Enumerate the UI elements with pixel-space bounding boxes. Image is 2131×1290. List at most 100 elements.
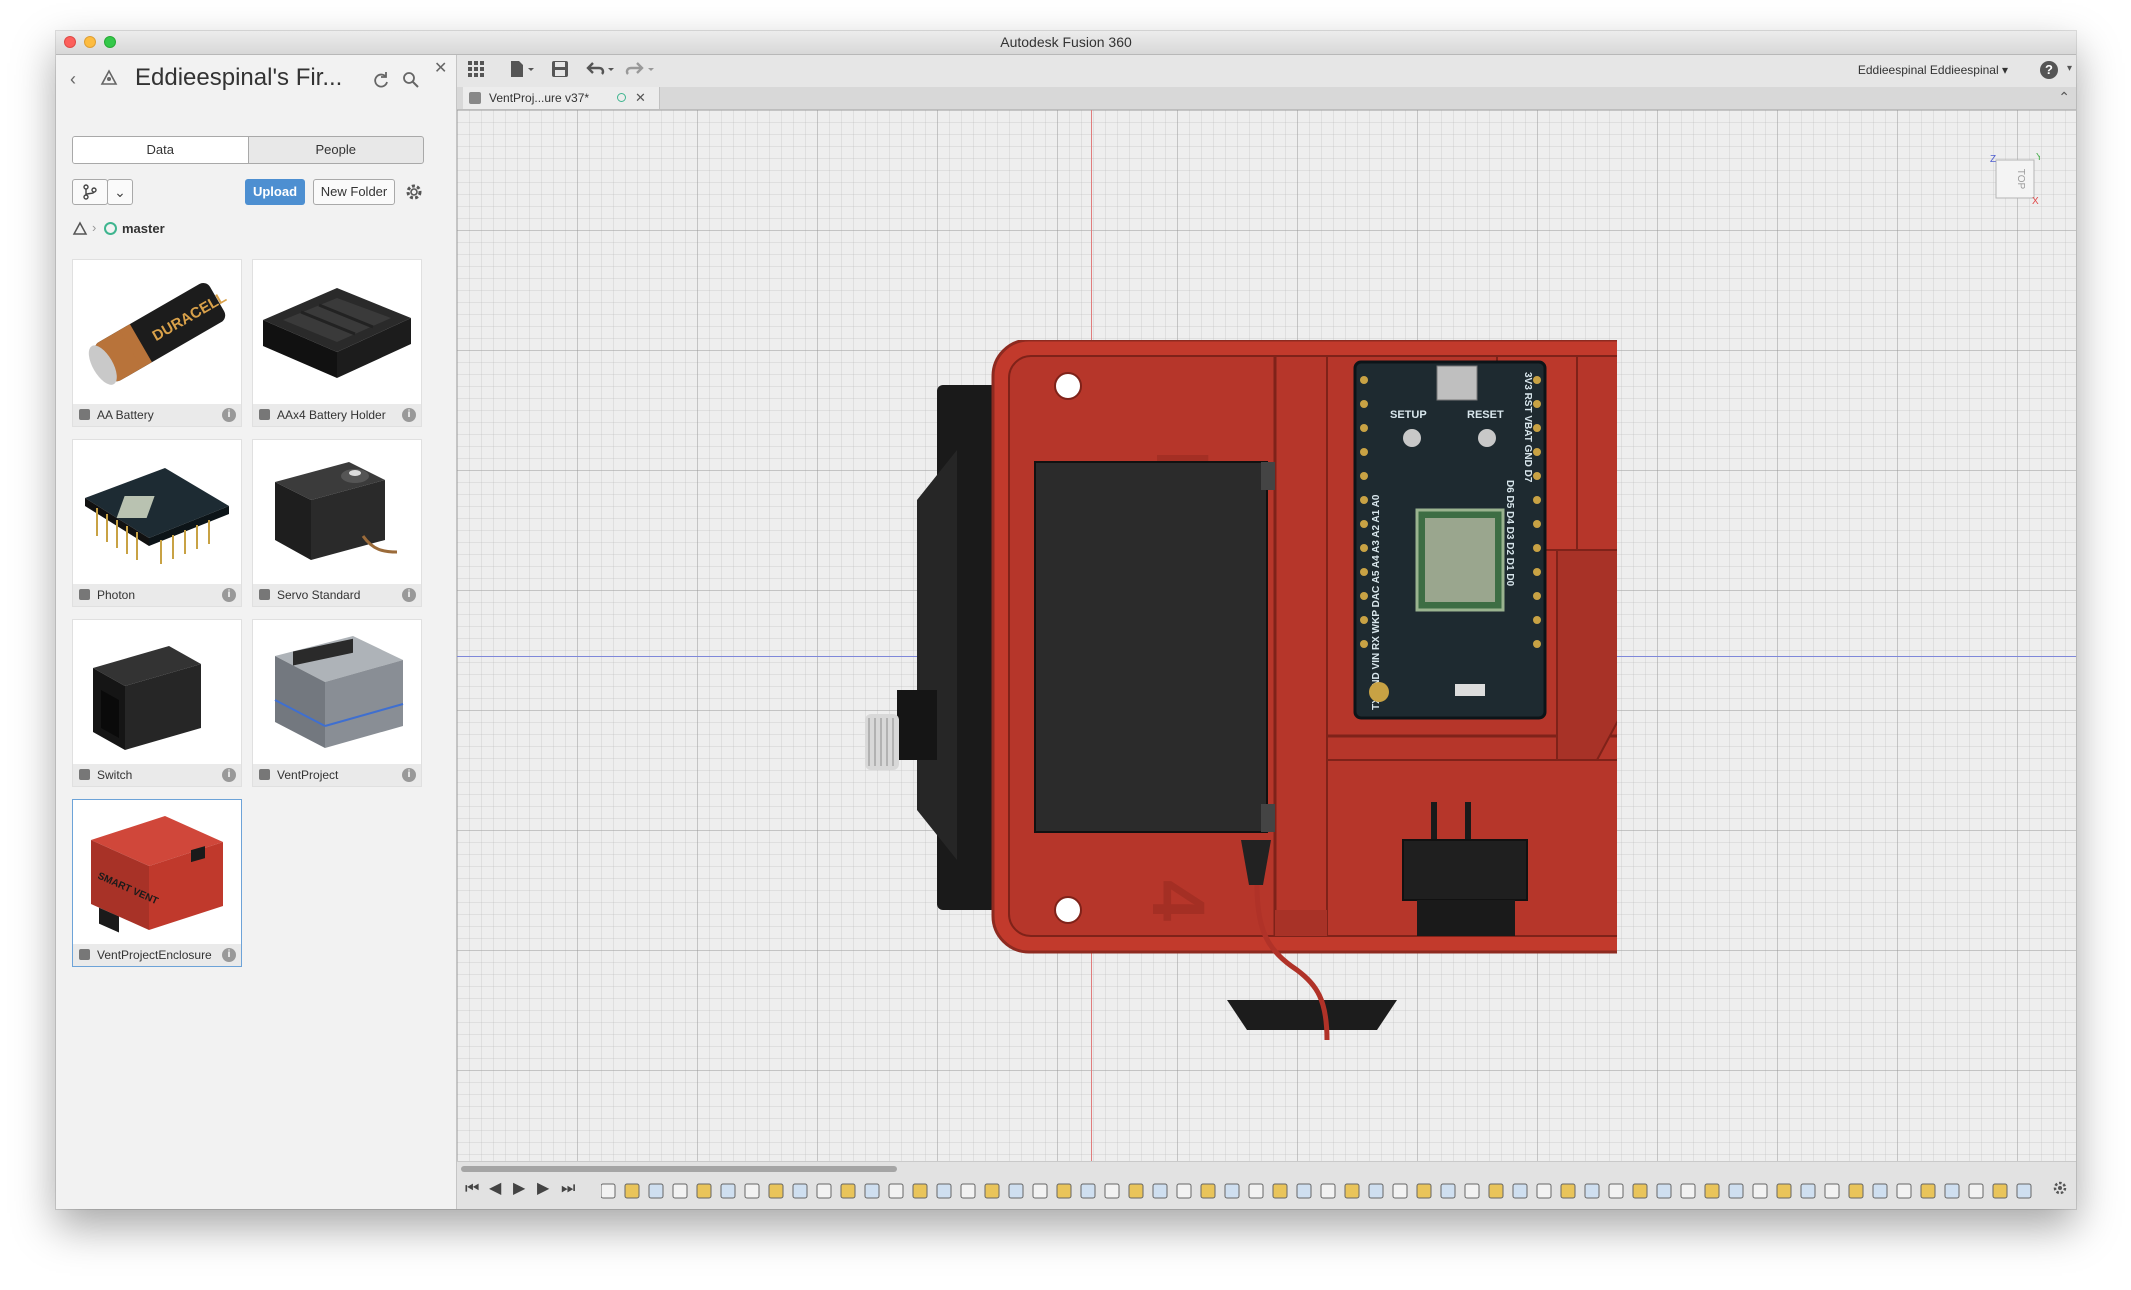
timeline-feature-icon[interactable] bbox=[1800, 1183, 1816, 1199]
timeline-feature-icon[interactable] bbox=[1488, 1183, 1504, 1199]
timeline-feature-icon[interactable] bbox=[648, 1183, 664, 1199]
timeline-feature-icon[interactable] bbox=[1920, 1183, 1936, 1199]
new-folder-button[interactable]: New Folder bbox=[313, 179, 395, 205]
zoom-window-button[interactable] bbox=[104, 36, 116, 48]
timeline-feature-icon[interactable] bbox=[1584, 1183, 1600, 1199]
timeline-feature-icon[interactable] bbox=[1944, 1183, 1960, 1199]
canvas-viewport[interactable]: R 4 SETUP RESET TX GND VIN RX WKP DAC A5… bbox=[457, 110, 2076, 1162]
search-icon[interactable] bbox=[402, 71, 420, 94]
timeline-feature-icon[interactable] bbox=[1896, 1183, 1912, 1199]
step-forward-icon[interactable]: ▶ bbox=[537, 1180, 549, 1198]
design-card-switch[interactable]: Switch i bbox=[72, 619, 242, 787]
go-to-end-icon[interactable]: ⏭ bbox=[561, 1180, 575, 1198]
redo-icon[interactable] bbox=[625, 60, 657, 83]
timeline-feature-icon[interactable] bbox=[1848, 1183, 1864, 1199]
timeline-feature-icon[interactable] bbox=[840, 1183, 856, 1199]
step-back-icon[interactable]: ◀ bbox=[489, 1180, 501, 1198]
branch-button[interactable] bbox=[72, 179, 108, 205]
minimize-window-button[interactable] bbox=[84, 36, 96, 48]
help-icon[interactable]: ? bbox=[2040, 61, 2058, 79]
back-chevron-icon[interactable]: ‹ bbox=[70, 69, 76, 89]
timeline-feature-icon[interactable] bbox=[601, 1183, 616, 1199]
timeline-feature-icon[interactable] bbox=[1128, 1183, 1144, 1199]
timeline-settings-gear-icon[interactable] bbox=[2052, 1180, 2068, 1201]
timeline-feature-icon[interactable] bbox=[1536, 1183, 1552, 1199]
timeline-feature-icon[interactable] bbox=[1704, 1183, 1720, 1199]
timeline-feature-icon[interactable] bbox=[1680, 1183, 1696, 1199]
timeline-feature-icon[interactable] bbox=[888, 1183, 904, 1199]
timeline-feature-icon[interactable] bbox=[1968, 1183, 1984, 1199]
timeline-feature-icon[interactable] bbox=[1416, 1183, 1432, 1199]
timeline-feature-icon[interactable] bbox=[1344, 1183, 1360, 1199]
info-icon[interactable]: i bbox=[222, 588, 236, 602]
info-icon[interactable]: i bbox=[402, 768, 416, 782]
timeline-feature-icon[interactable] bbox=[1104, 1183, 1120, 1199]
hub-icon[interactable] bbox=[100, 69, 118, 87]
timeline-feature-icon[interactable] bbox=[1560, 1183, 1576, 1199]
timeline-feature-icon[interactable] bbox=[720, 1183, 736, 1199]
timeline-feature-icon[interactable] bbox=[624, 1183, 640, 1199]
timeline-feature-icon[interactable] bbox=[672, 1183, 688, 1199]
design-card-photon[interactable]: Photon i bbox=[72, 439, 242, 607]
viewcube[interactable]: TOP Z Y X bbox=[1988, 150, 2043, 207]
timeline-feature-icon[interactable] bbox=[696, 1183, 712, 1199]
timeline-feature-icon[interactable] bbox=[1272, 1183, 1288, 1199]
design-card-ventproject[interactable]: VentProject i bbox=[252, 619, 422, 787]
tab-people[interactable]: People bbox=[247, 137, 424, 163]
save-icon[interactable] bbox=[551, 60, 569, 83]
tab-data[interactable]: Data bbox=[73, 137, 248, 163]
design-card-servo-standard[interactable]: Servo Standard i bbox=[252, 439, 422, 607]
timeline-feature-icon[interactable] bbox=[816, 1183, 832, 1199]
timeline-feature-icon[interactable] bbox=[1464, 1183, 1480, 1199]
timeline-feature-icon[interactable] bbox=[1080, 1183, 1096, 1199]
timeline-feature-icon[interactable] bbox=[1512, 1183, 1528, 1199]
timeline-feature-icon[interactable] bbox=[1776, 1183, 1792, 1199]
timeline-feature-icon[interactable] bbox=[744, 1183, 760, 1199]
timeline-feature-icon[interactable] bbox=[1296, 1183, 1312, 1199]
timeline-feature-icon[interactable] bbox=[1200, 1183, 1216, 1199]
timeline-feature-icon[interactable] bbox=[960, 1183, 976, 1199]
timeline-feature-icon[interactable] bbox=[1056, 1183, 1072, 1199]
close-tab-icon[interactable]: ✕ bbox=[635, 87, 646, 109]
data-panel-grid-icon[interactable] bbox=[467, 60, 485, 83]
play-icon[interactable]: ▶ bbox=[513, 1180, 525, 1198]
timeline-feature-icon[interactable] bbox=[1176, 1183, 1192, 1199]
file-menu-icon[interactable] bbox=[509, 60, 537, 83]
timeline-feature-icon[interactable] bbox=[864, 1183, 880, 1199]
timeline-feature-icon[interactable] bbox=[912, 1183, 928, 1199]
timeline-feature-icon[interactable] bbox=[1440, 1183, 1456, 1199]
timeline-feature-icon[interactable] bbox=[1392, 1183, 1408, 1199]
timeline-feature-icon[interactable] bbox=[1008, 1183, 1024, 1199]
timeline-feature-icon[interactable] bbox=[1656, 1183, 1672, 1199]
timeline-feature-icon[interactable] bbox=[1320, 1183, 1336, 1199]
timeline-feature-icon[interactable] bbox=[1224, 1183, 1240, 1199]
info-icon[interactable]: i bbox=[402, 588, 416, 602]
timeline-feature-icon[interactable] bbox=[984, 1183, 1000, 1199]
info-icon[interactable]: i bbox=[222, 768, 236, 782]
design-card-aax4-battery-holder[interactable]: AAx4 Battery Holder i bbox=[252, 259, 422, 427]
info-icon[interactable]: i bbox=[402, 408, 416, 422]
document-tab[interactable]: VentProj...ure v37* ✕ bbox=[463, 87, 660, 109]
timeline-feature-icon[interactable] bbox=[1368, 1183, 1384, 1199]
timeline-feature-icon[interactable] bbox=[1152, 1183, 1168, 1199]
timeline-feature-icon[interactable] bbox=[1632, 1183, 1648, 1199]
timeline-scrollbar[interactable] bbox=[461, 1166, 2068, 1172]
branch-dropdown-chevron-icon[interactable]: ⌄ bbox=[107, 179, 133, 205]
timeline-feature-icon[interactable] bbox=[1992, 1183, 2008, 1199]
timeline-scroll-thumb[interactable] bbox=[461, 1166, 897, 1172]
upload-button[interactable]: Upload bbox=[245, 179, 305, 205]
branch-name[interactable]: master bbox=[122, 221, 165, 236]
close-panel-icon[interactable]: ✕ bbox=[434, 59, 447, 79]
timeline-feature-icon[interactable] bbox=[1824, 1183, 1840, 1199]
timeline-feature-icon[interactable] bbox=[1752, 1183, 1768, 1199]
timeline-feature-icon[interactable] bbox=[936, 1183, 952, 1199]
settings-gear-icon[interactable] bbox=[404, 182, 424, 207]
design-card-aa-battery[interactable]: DURACELL AA Battery i bbox=[72, 259, 242, 427]
go-to-start-icon[interactable]: ⏮ bbox=[465, 1180, 479, 1198]
timeline-feature-icon[interactable] bbox=[768, 1183, 784, 1199]
timeline-feature-icon[interactable] bbox=[2016, 1183, 2032, 1199]
enclosure-model[interactable]: R 4 SETUP RESET TX GND VIN RX WKP DAC A5… bbox=[857, 340, 1617, 1060]
close-window-button[interactable] bbox=[64, 36, 76, 48]
undo-icon[interactable] bbox=[585, 60, 617, 83]
design-card-ventprojectenclosure[interactable]: SMART VENT VentProjectEnclosure i bbox=[72, 799, 242, 967]
